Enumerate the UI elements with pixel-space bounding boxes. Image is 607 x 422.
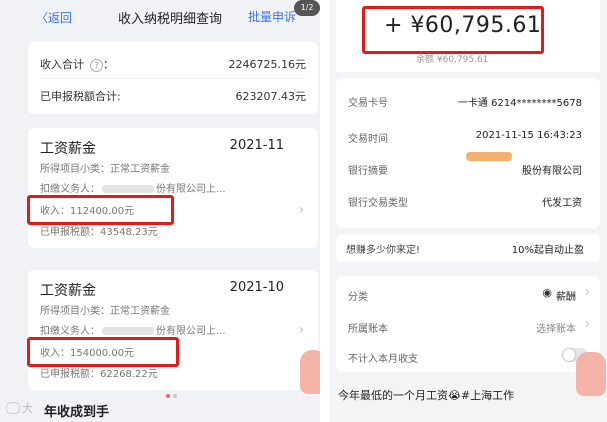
mascot-sticker [576, 352, 606, 396]
watermark-text: 大 [22, 402, 33, 415]
balance-text: 余额 ¥60,795.61 [416, 55, 489, 65]
income-total-value: 2246725.16元 [228, 58, 306, 71]
chevron-right-icon: › [298, 322, 304, 338]
caption-text: 年收成到手 [44, 405, 110, 420]
exclude-label: 不计入本月收支 [348, 354, 418, 365]
detail-value: 2021-11-15 16:43:23 [475, 130, 582, 141]
detail-label: 银行摘要 [348, 166, 388, 177]
redacted-mark [102, 327, 154, 335]
chevron-right-icon: › [584, 285, 590, 300]
left-screenshot: 〈返回 收入纳税明细查询 批量申诉 1/2 收入合计?： 2246725.16元… [0, 0, 320, 422]
page-indicator-badge: 1/2 [294, 0, 320, 16]
detail-label: 银行交易类型 [348, 198, 408, 209]
tax-total-label: 已申报税额合计: [40, 90, 121, 103]
transaction-details-card: 交易卡号 一卡通 6214********5678 交易时间 2021-11-1… [336, 78, 600, 228]
back-button[interactable]: 〈返回 [36, 9, 72, 26]
income-record-card[interactable]: 工资薪金 2021-11 所得项目小类：正常工资薪金 扣缴义务人： 份有限公司上.… [28, 128, 318, 248]
nav-header: 〈返回 收入纳税明细查询 批量申诉 1/2 [0, 0, 320, 32]
chevron-right-icon: › [298, 202, 304, 218]
category-value[interactable]: 薪酬 [556, 288, 576, 303]
batch-appeal-button[interactable]: 批量申诉 [248, 8, 296, 25]
watermark-icon [6, 402, 20, 414]
income-highlight-box [27, 195, 174, 225]
redacted-mark [466, 152, 512, 161]
income-total-label: 收入合计?： [40, 58, 114, 72]
pager-dot [166, 394, 170, 398]
page-title: 收入纳税明细查询 [118, 12, 223, 27]
income-record-card[interactable]: 工资薪金 2021-10 所得项目小类：正常工资薪金 扣缴义务人： 份有限公司上.… [28, 270, 318, 390]
promo-left: 想赚多少你来定! [346, 245, 421, 256]
record-withholder: 扣缴义务人： 份有限公司上... [40, 184, 226, 195]
account-label: 所属账本 [348, 324, 388, 335]
record-period: 2021-11 [229, 138, 284, 153]
detail-value: 代发工资 [542, 198, 582, 209]
record-title: 工资薪金 [40, 283, 96, 299]
detail-value: 股份有限公司 [522, 166, 582, 177]
promo-banner[interactable]: 想赚多少你来定! 10%起自动止盈 [336, 234, 600, 262]
detail-label: 交易卡号 [348, 98, 388, 109]
separator [320, 0, 330, 422]
record-withholder: 扣缴义务人： 份有限公司上... [40, 326, 226, 337]
category-icon: ◉ [542, 286, 552, 299]
record-subcategory: 所得项目小类：正常工资薪金 [40, 164, 170, 175]
detail-value: 一卡通 6214********5678 [457, 98, 582, 109]
summary-card: 收入合计?： 2246725.16元 已申报税额合计: 623207.43元 [28, 42, 318, 114]
transaction-amount: + ¥60,795.61 [384, 13, 542, 38]
promo-right: 10%起自动止盈 [511, 245, 584, 256]
record-tax: 已申报税额：62268.22元 [40, 369, 158, 380]
record-tax: 已申报税额：43548.23元 [40, 227, 158, 238]
tax-total-value: 623207.43元 [235, 90, 307, 103]
redacted-mark [102, 185, 154, 193]
chevron-right-icon: › [584, 317, 590, 332]
record-title: 工资薪金 [40, 141, 96, 157]
account-value[interactable]: 选择账本 [536, 320, 576, 335]
classification-card: 分类 ◉ 薪酬 › 所属账本 选择账本 › 不计入本月收支 [336, 276, 600, 372]
divider [40, 78, 306, 79]
caption-text: 今年最低的一个月工资😭#上海工作 [338, 389, 515, 402]
right-screenshot: + ¥60,795.61 余额 ¥60,795.61 交易卡号 一卡通 6214… [330, 0, 607, 422]
income-highlight-box [27, 337, 179, 367]
category-label: 分类 [348, 292, 368, 303]
pager-dots [166, 383, 180, 402]
record-period: 2021-10 [229, 280, 284, 295]
detail-label: 交易时间 [348, 134, 388, 145]
record-subcategory: 所得项目小类：正常工资薪金 [40, 306, 170, 317]
mascot-sticker [300, 350, 320, 394]
pager-dot [173, 394, 177, 398]
help-icon[interactable]: ? [90, 58, 103, 72]
